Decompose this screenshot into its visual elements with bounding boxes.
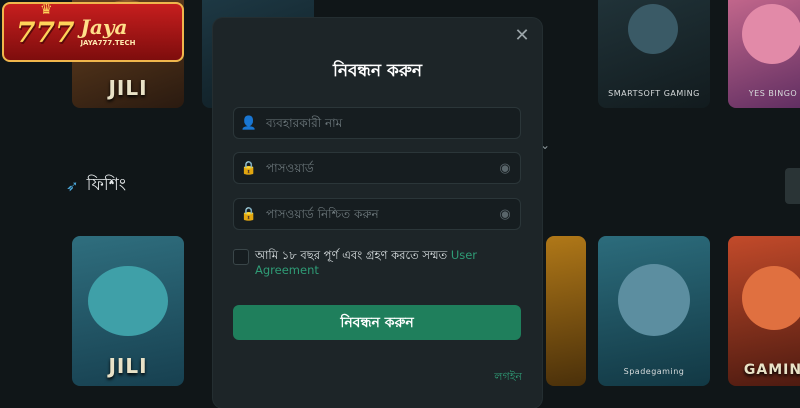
login-link[interactable]: লগইন (494, 368, 522, 387)
modal-title: নিবন্ধন করুন (332, 61, 423, 81)
fish-icon: ➶ (66, 177, 79, 195)
game-art (742, 4, 800, 64)
user-icon: 👤 (240, 115, 258, 131)
logo-text: Jaya JAYA777.TECH (80, 17, 135, 47)
close-icon[interactable]: ✕ (512, 26, 532, 46)
logo-name: Jaya (80, 15, 128, 39)
confirm-password-input[interactable] (264, 206, 490, 222)
username-input[interactable] (264, 115, 520, 131)
game-tile[interactable]: Spadegaming (598, 236, 710, 386)
agree-checkbox[interactable] (233, 249, 249, 265)
game-tile[interactable] (546, 236, 586, 386)
provider-label: JILI (108, 76, 148, 100)
password-field[interactable]: 🔒 ◉ (233, 152, 521, 184)
scroll-right-button[interactable] (785, 168, 800, 204)
game-tile[interactable]: YES BINGO (728, 0, 800, 108)
register-button[interactable]: নিবন্ধন করুন (233, 305, 521, 340)
lock-icon: 🔒 (240, 160, 258, 176)
provider-label: YES BINGO (748, 89, 798, 98)
eye-off-icon[interactable]: ◉ (490, 161, 520, 176)
site-logo[interactable]: ♛ 777 Jaya JAYA777.TECH (2, 2, 184, 62)
agreement-row: আমি ১৮ বছর পূর্ণ এবং গ্রহণ করতে সম্মত Us… (233, 248, 521, 278)
game-tile[interactable]: SMARTSOFT GAMING (598, 0, 710, 108)
game-tile[interactable]: GAMIN (728, 236, 800, 386)
confirm-password-field[interactable]: 🔒 ◉ (233, 198, 521, 230)
provider-label: GAMIN (743, 362, 800, 378)
agreement-label: আমি ১৮ বছর পূর্ণ এবং গ্রহণ করতে সম্মত (255, 248, 448, 262)
crown-icon: ♛ (40, 2, 53, 18)
provider-label: Spadegaming (623, 367, 685, 376)
game-art (88, 266, 168, 336)
logo-number: 777 (16, 15, 75, 49)
game-art (628, 4, 678, 54)
register-modal: ✕ নিবন্ধন করুন 👤 🔒 ◉ 🔒 ◉ আমি ১৮ বছর পূর্… (213, 18, 542, 408)
eye-off-icon[interactable]: ◉ (490, 207, 520, 222)
lock-icon: 🔒 (240, 206, 258, 222)
agreement-text: আমি ১৮ বছর পূর্ণ এবং গ্রহণ করতে সম্মত Us… (255, 248, 521, 278)
game-art (618, 264, 690, 336)
password-input[interactable] (264, 160, 490, 176)
game-tile[interactable]: JILI (72, 236, 184, 386)
section-title: ➶ ফিশিং (66, 172, 126, 200)
section-title-label: ফিশিং (86, 175, 127, 195)
game-art (742, 266, 800, 330)
logo-url: JAYA777.TECH (80, 39, 136, 47)
username-field[interactable]: 👤 (233, 107, 521, 139)
provider-label: JILI (108, 354, 148, 378)
provider-label: SMARTSOFT GAMING (608, 89, 700, 98)
